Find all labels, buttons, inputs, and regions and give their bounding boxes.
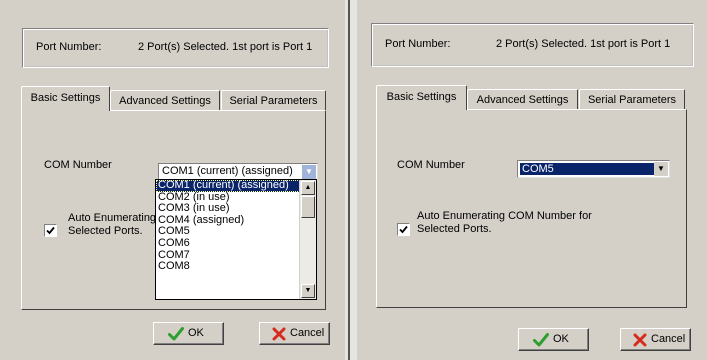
checkmark-icon [46, 226, 55, 235]
tab-basic-settings[interactable]: Basic Settings [21, 86, 110, 111]
dropdown-scrollbar[interactable]: ▲ ▼ [299, 180, 316, 299]
scroll-down-arrow-icon[interactable]: ▼ [301, 284, 315, 298]
green-check-icon [168, 327, 184, 341]
red-x-icon [633, 333, 647, 347]
cancel-button-label: Cancel [651, 333, 686, 345]
green-check-icon [533, 333, 549, 347]
auto-enumerating-checkbox[interactable] [397, 223, 410, 236]
cancel-button[interactable]: Cancel [259, 322, 330, 345]
com-option-com8[interactable]: COM8 [156, 261, 300, 273]
scrollbar-thumb[interactable] [301, 196, 315, 218]
port-number-label: Port Number: [385, 38, 451, 50]
scroll-up-arrow-icon[interactable]: ▲ [301, 181, 315, 195]
cancel-button-label: Cancel [290, 327, 325, 339]
auto-enumerating-label: Auto Enumerating Selected Ports. [68, 212, 156, 238]
com-number-combo-value: COM1 (current) (assigned) [162, 165, 293, 177]
com-number-combo[interactable]: COM5 ▼ [517, 160, 670, 178]
tab-serial-parameters[interactable]: Serial Parameters [579, 89, 685, 110]
ok-button[interactable]: OK [153, 322, 224, 345]
tab-advanced-settings[interactable]: Advanced Settings [110, 90, 220, 111]
com-number-combo-value: COM5 [520, 163, 660, 175]
com-number-label: COM Number [397, 159, 465, 171]
com-number-label: COM Number [44, 159, 112, 171]
ok-button-label: OK [188, 327, 204, 339]
chevron-down-icon[interactable]: ▼ [654, 162, 668, 176]
com-options-list: COM1 (current) (assigned) COM2 (in use) … [156, 180, 300, 299]
auto-enumerating-label-line1: Auto Enumerating COM Number for [417, 210, 592, 222]
red-x-icon [272, 327, 286, 341]
tab-serial-parameters[interactable]: Serial Parameters [221, 90, 326, 111]
auto-enumerating-label-line2: Selected Ports. [417, 223, 492, 235]
tab-advanced-settings[interactable]: Advanced Settings [467, 89, 578, 110]
port-number-box: Port Number: 2 Port(s) Selected. 1st por… [371, 23, 694, 67]
cancel-button[interactable]: Cancel [620, 328, 691, 351]
port-number-value: 2 Port(s) Selected. 1st port is Port 1 [138, 41, 313, 53]
tab-page-basic-settings: COM Number COM5 ▼ Auto Enumerating COM N… [376, 109, 687, 308]
dialog-right: Port Number: 2 Port(s) Selected. 1st por… [357, 0, 707, 360]
auto-enumerating-label: Auto Enumerating COM Number for Selected… [417, 210, 592, 236]
port-number-box: Port Number: 2 Port(s) Selected. 1st por… [22, 28, 329, 68]
auto-enumerating-label-line1: Auto Enumerating [68, 212, 157, 224]
port-number-value: 2 Port(s) Selected. 1st port is Port 1 [496, 38, 671, 50]
com-option-com1[interactable]: COM1 (current) (assigned) [156, 180, 300, 192]
tab-basic-settings[interactable]: Basic Settings [376, 85, 467, 110]
dialog-left: Port Number: 2 Port(s) Selected. 1st por… [0, 0, 345, 360]
chevron-down-icon[interactable]: ▼ [302, 165, 316, 179]
com-number-dropdown-list[interactable]: COM1 (current) (assigned) COM2 (in use) … [155, 179, 317, 300]
port-number-label: Port Number: [36, 41, 102, 53]
screenshot-divider [345, 0, 357, 360]
auto-enumerating-checkbox[interactable] [44, 224, 57, 237]
checkmark-icon [399, 225, 408, 234]
com-option-com6[interactable]: COM6 [156, 237, 300, 250]
ok-button[interactable]: OK [518, 328, 589, 351]
auto-enumerating-label-line2: Selected Ports. [68, 225, 143, 237]
ok-button-label: OK [553, 333, 569, 345]
